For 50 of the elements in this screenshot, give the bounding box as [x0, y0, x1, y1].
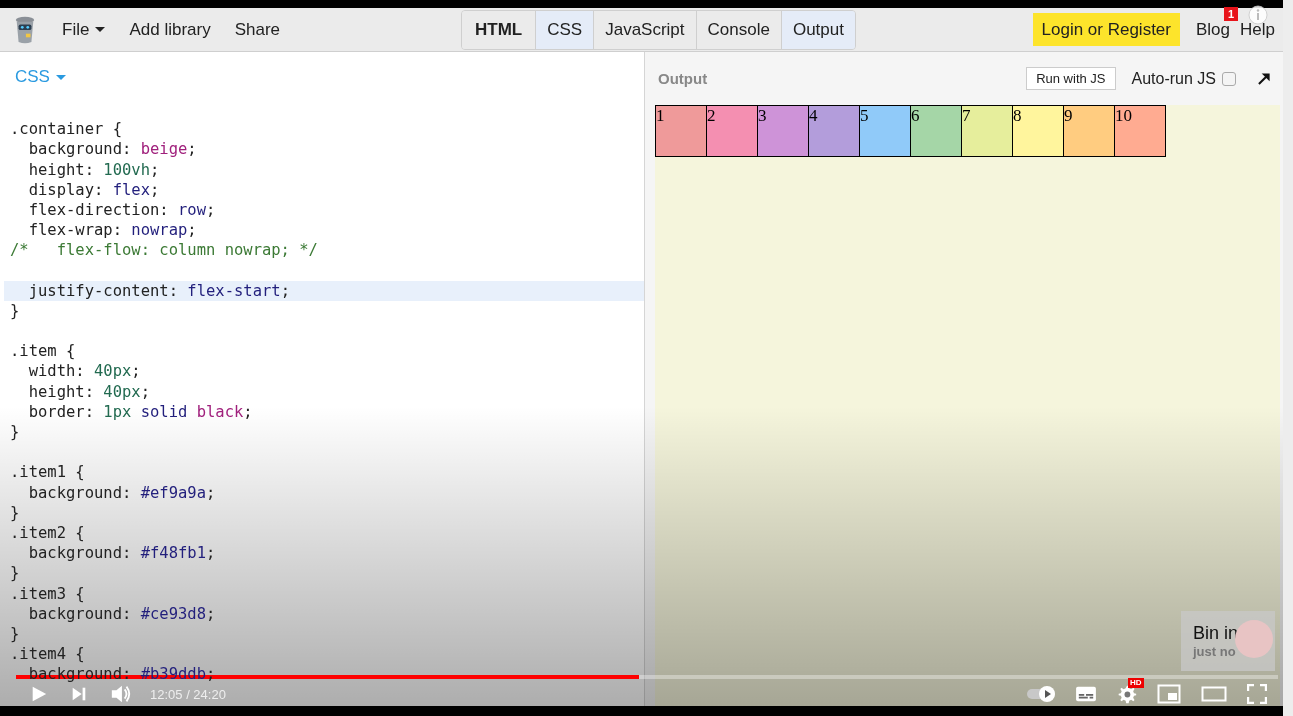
code-line: width: 40px;: [27, 362, 141, 381]
menu-button[interactable]: Add library: [117, 19, 223, 40]
panel-title: Output: [658, 70, 708, 87]
flex-item: 7: [961, 105, 1013, 157]
flex-item: 6: [910, 105, 962, 157]
flex-item: 3: [757, 105, 809, 157]
code-line: }: [10, 423, 20, 441]
video-time: 12:05 / 24:20: [150, 686, 226, 702]
code-line: display: flex;: [27, 180, 160, 199]
login-button[interactable]: Login or Register: [1032, 13, 1180, 46]
code-line: }: [10, 301, 20, 320]
code-line: }: [10, 503, 20, 522]
code-line: .container {: [10, 120, 122, 139]
run-button[interactable]: Run with JS: [1026, 67, 1116, 90]
checkbox-label: Auto-run JS: [1131, 69, 1216, 88]
code-line: height: 40px;: [27, 382, 150, 401]
code-line: background: #ce93d8;: [27, 604, 216, 623]
flex-item: 1: [655, 105, 707, 157]
code-line: /* flex-flow: column nowrap; */: [10, 241, 318, 260]
panel-tab[interactable]: CSS: [536, 10, 595, 49]
menu-button[interactable]: File: [50, 19, 118, 40]
flex-item: 9: [1063, 105, 1115, 157]
flex-item: 5: [859, 105, 911, 157]
notification-time: just no: [1193, 644, 1237, 659]
flex-item: 4: [808, 105, 860, 157]
code-line: .item1 {: [10, 463, 85, 482]
code-line: .item4 {: [10, 645, 85, 664]
code-line: background: #f48fb1;: [27, 544, 216, 563]
code-line: }: [10, 564, 20, 583]
code-line: .item {: [10, 342, 76, 361]
code-line: }: [10, 624, 20, 643]
code-line: height: 100vh;: [27, 160, 160, 179]
flex-item: 2: [706, 105, 758, 157]
flex-item: 8: [1012, 105, 1064, 157]
code-line: flex-wrap: nowrap;: [27, 221, 197, 240]
blog-link[interactable]: Blog: [1196, 19, 1231, 40]
code-line: .item3 {: [10, 584, 85, 603]
menu-button[interactable]: Share: [222, 19, 293, 40]
code-line: justify-content: flex-start;: [27, 281, 290, 300]
panel-tab[interactable]: HTML: [462, 10, 537, 49]
code-line: .item2 {: [10, 523, 85, 542]
help-link[interactable]: Help: [1240, 19, 1275, 40]
code-line: border: 1px solid black;: [27, 402, 253, 421]
code-line: background: #ef9a9a;: [27, 483, 216, 502]
code-line: background: beige;: [27, 140, 197, 159]
panel-tab[interactable]: Output: [781, 10, 855, 49]
flex-item: 10: [1114, 105, 1166, 157]
code-line: background: #b39ddb;: [27, 665, 216, 684]
hd-badge: HD: [1128, 678, 1144, 688]
code-line: flex-direction: row;: [27, 200, 216, 219]
